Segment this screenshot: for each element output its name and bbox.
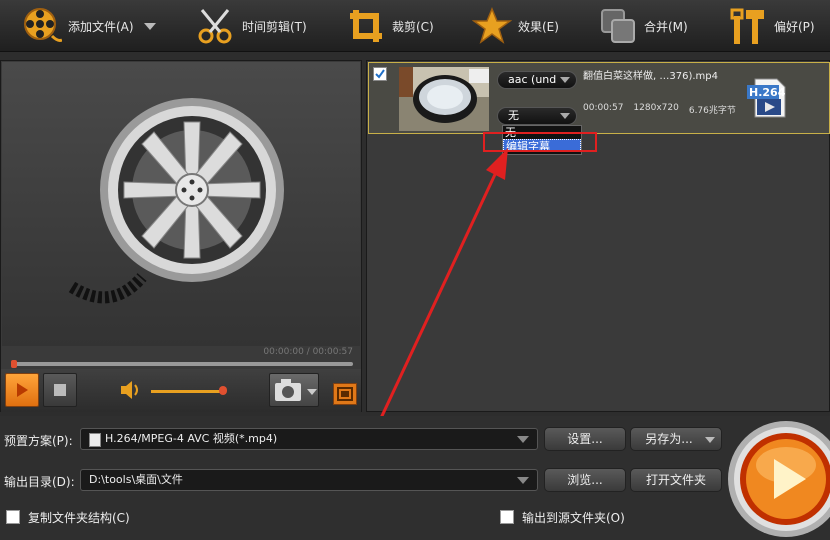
- file-name: 翻值白菜这样做, …376).mp4: [583, 71, 718, 82]
- save-as-button[interactable]: 另存为...: [630, 427, 722, 451]
- prefs-label: 偏好(P): [774, 19, 815, 34]
- audio-track-select[interactable]: aac (und: [497, 71, 577, 89]
- player-controls: [1, 369, 361, 412]
- chevron-down-icon: [560, 77, 570, 83]
- preview-area: [2, 62, 360, 346]
- film-reel-icon: [22, 6, 62, 46]
- save-as-label: 另存为...: [645, 432, 693, 446]
- open-folder-button[interactable]: 打开文件夹: [630, 468, 722, 492]
- merge-label: 合并(M): [644, 19, 688, 34]
- settings-button[interactable]: 设置...: [544, 427, 626, 451]
- copy-structure-checkbox[interactable]: [6, 510, 20, 524]
- output-to-source-checkbox[interactable]: [500, 510, 514, 524]
- volume-handle[interactable]: [219, 386, 227, 395]
- time-trim-label: 时间剪辑(T): [242, 19, 307, 34]
- preset-value: H.264/MPEG-4 AVC 视频(*.mp4): [105, 432, 278, 445]
- scissors-icon: [196, 6, 236, 46]
- add-file-button[interactable]: 添加文件(A): [22, 0, 156, 52]
- prefs-button[interactable]: 偏好(P): [728, 0, 815, 52]
- stop-button[interactable]: [43, 373, 77, 407]
- output-dir-label: 输出目录(D):: [4, 475, 75, 489]
- crop-icon: [346, 6, 386, 46]
- add-file-label: 添加文件(A): [68, 19, 134, 34]
- output-panel: 预置方案(P): H.264/MPEG-4 AVC 视频(*.mp4) 设置..…: [0, 416, 830, 540]
- seek-bar[interactable]: [11, 362, 353, 366]
- subtitle-select[interactable]: 无: [497, 107, 577, 125]
- crop-label: 裁剪(C): [392, 19, 434, 34]
- preview-player: 00:00:00 / 00:00:57: [0, 60, 362, 412]
- chevron-down-icon: [705, 437, 715, 443]
- snapshot-button[interactable]: [269, 373, 319, 407]
- file-duration: 00:00:57: [583, 103, 624, 113]
- file-size: 6.76兆字节: [688, 106, 736, 116]
- browse-button[interactable]: 浏览...: [544, 468, 626, 492]
- subtitle-value: 无: [508, 109, 519, 122]
- codec-badge: H.264: [749, 86, 786, 99]
- chevron-down-icon: [517, 477, 529, 484]
- output-dir-field[interactable]: D:\tools\桌面\文件: [80, 469, 538, 491]
- effects-button[interactable]: 效果(E): [472, 0, 559, 52]
- time-readout: 00:00:00 / 00:00:57: [263, 347, 353, 357]
- fullscreen-button[interactable]: [333, 383, 357, 405]
- star-icon: [472, 6, 512, 46]
- camera-icon: [275, 379, 317, 401]
- film-reel-logo-icon: [68, 98, 284, 304]
- seek-handle[interactable]: [11, 360, 17, 368]
- file-row-checkbox[interactable]: [373, 67, 387, 81]
- play-button[interactable]: [5, 373, 39, 407]
- file-row[interactable]: aac (und 无 翻值白菜这样做, …376).mp4 00:00:57 1…: [368, 62, 830, 155]
- merge-button[interactable]: 合并(M): [598, 0, 688, 52]
- copy-structure-label: 复制文件夹结构(C): [28, 511, 130, 525]
- preset-select[interactable]: H.264/MPEG-4 AVC 视频(*.mp4): [80, 428, 538, 450]
- chevron-down-icon[interactable]: [143, 22, 156, 30]
- output-to-source-label: 输出到源文件夹(O): [522, 511, 625, 525]
- video-file-icon: [89, 433, 101, 447]
- stop-icon: [54, 384, 66, 396]
- chevron-down-icon: [517, 436, 529, 443]
- play-icon: [17, 383, 28, 397]
- file-resolution: 1280x720: [633, 103, 679, 113]
- volume-icon[interactable]: [119, 379, 143, 404]
- tools-icon: [728, 6, 768, 46]
- highlight-annotation: [483, 132, 597, 152]
- codec-file-icon: H.264: [747, 77, 787, 119]
- merge-icon: [598, 6, 638, 46]
- fullscreen-icon: [337, 387, 353, 401]
- file-meta: 00:00:57 1280x720 6.76兆字节: [583, 103, 736, 116]
- checkmark-icon: [375, 69, 385, 79]
- effects-label: 效果(E): [518, 19, 559, 34]
- app-window: 添加文件(A) 时间剪辑(T) 裁剪(C) 效果(E) 合并(M) 偏好(P) …: [0, 0, 830, 540]
- output-dir-value: D:\tools\桌面\文件: [89, 473, 183, 486]
- convert-button[interactable]: [726, 417, 830, 540]
- audio-track-value: aac (und: [508, 73, 557, 86]
- preset-label: 预置方案(P):: [4, 434, 73, 448]
- time-trim-button[interactable]: 时间剪辑(T): [196, 0, 307, 52]
- main-toolbar: 添加文件(A) 时间剪辑(T) 裁剪(C) 效果(E) 合并(M) 偏好(P): [0, 0, 830, 52]
- video-thumbnail: [399, 67, 489, 131]
- crop-button[interactable]: 裁剪(C): [346, 0, 434, 52]
- file-list: aac (und 无 翻值白菜这样做, …376).mp4 00:00:57 1…: [366, 60, 830, 412]
- volume-slider[interactable]: [151, 390, 223, 393]
- convert-play-icon: [728, 421, 830, 537]
- chevron-down-icon: [560, 113, 570, 119]
